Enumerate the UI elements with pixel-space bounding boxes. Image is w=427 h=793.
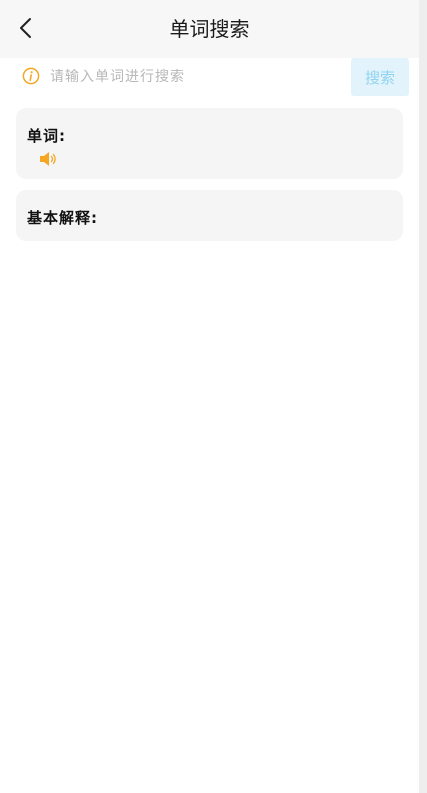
search-input[interactable] (50, 62, 340, 92)
info-circle-icon (22, 67, 40, 85)
header-bar: 单词搜索 (0, 0, 419, 58)
app-screen: 单词搜索 搜索 单词: 基本解释: (0, 0, 419, 793)
search-button[interactable]: 搜索 (351, 58, 409, 96)
meaning-card: 基本解释: (16, 190, 403, 241)
meaning-label: 基本解释: (27, 209, 98, 227)
page-title: 单词搜索 (169, 17, 250, 41)
search-bar: 搜索 (0, 58, 419, 98)
word-card: 单词: (16, 108, 403, 179)
scrollbar[interactable] (419, 0, 427, 793)
word-label: 单词: (27, 127, 66, 145)
speaker-icon[interactable] (39, 151, 59, 167)
